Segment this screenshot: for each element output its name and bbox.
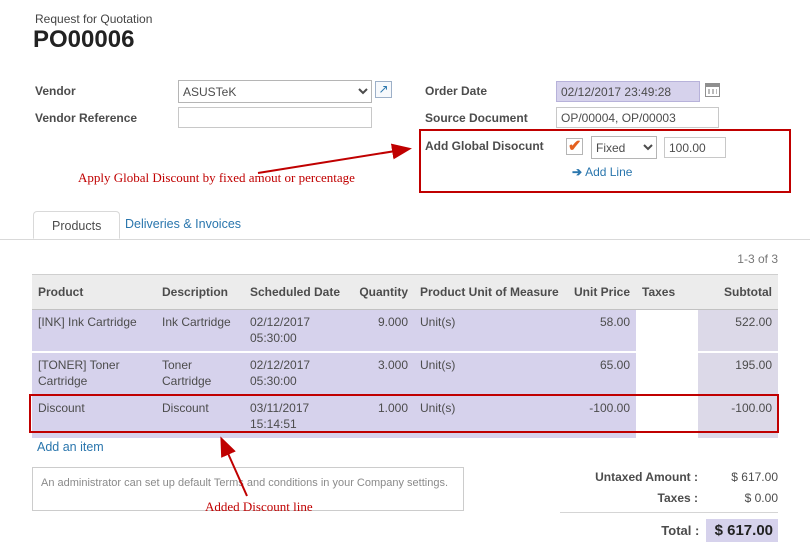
cell-subtotal[interactable]: 195.00	[698, 352, 778, 395]
cell-quantity[interactable]: 1.000	[344, 395, 414, 438]
vendor-reference-label: Vendor Reference	[35, 111, 137, 125]
cell-subtotal[interactable]: -100.00	[698, 395, 778, 438]
cell-uom[interactable]: Unit(s)	[414, 310, 564, 353]
taxes-label: Taxes :	[658, 491, 698, 505]
cell-taxes[interactable]	[636, 310, 698, 353]
taxes-value: $ 0.00	[698, 491, 778, 505]
table-row-ink-cartridge[interactable]: [INK] Ink Cartridge Ink Cartridge 02/12/…	[32, 310, 778, 353]
column-header-taxes[interactable]: Taxes	[636, 275, 698, 310]
source-document-label: Source Document	[425, 111, 528, 125]
cell-quantity[interactable]: 9.000	[344, 310, 414, 353]
discount-type-select[interactable]: Fixed	[591, 136, 657, 159]
tab-deliveries-invoices[interactable]: Deliveries & Invoices	[125, 217, 241, 231]
cell-quantity[interactable]: 3.000	[344, 352, 414, 395]
column-header-unit-price[interactable]: Unit Price	[564, 275, 636, 310]
totals-divider	[560, 512, 778, 513]
cell-product[interactable]: [INK] Ink Cartridge	[32, 310, 156, 353]
column-header-description[interactable]: Description	[156, 275, 244, 310]
purchase-order-form: Request for Quotation PO00006 Vendor ASU…	[0, 0, 810, 546]
cell-uom[interactable]: Unit(s)	[414, 352, 564, 395]
add-line-label: Add Line	[585, 165, 632, 179]
calendar-icon-grid	[708, 89, 717, 94]
page-title: PO00006	[33, 26, 134, 54]
table-row-toner-cartridge[interactable]: [TONER] Toner Cartridge Toner Cartridge …	[32, 352, 778, 395]
total-value: $ 617.00	[706, 519, 778, 542]
add-an-item-link[interactable]: Add an item	[37, 440, 104, 454]
terms-and-conditions-field[interactable]: An administrator can set up default Term…	[32, 467, 464, 511]
global-discount-label: Add Global Disocunt	[425, 139, 544, 153]
totals-panel: Untaxed Amount : $ 617.00 Taxes : $ 0.00…	[560, 470, 778, 546]
cell-taxes[interactable]	[636, 352, 698, 395]
column-header-uom[interactable]: Product Unit of Measure	[414, 275, 564, 310]
cell-unit-price[interactable]: 58.00	[564, 310, 636, 353]
cell-uom[interactable]: Unit(s)	[414, 395, 564, 438]
calendar-icon[interactable]	[705, 83, 720, 97]
add-line-link[interactable]: ➔Add Line	[572, 165, 632, 179]
pager: 1-3 of 3	[737, 252, 778, 266]
calendar-icon-top	[706, 84, 719, 87]
order-date-label: Order Date	[425, 84, 487, 98]
cell-scheduled-date[interactable]: 02/12/2017 05:30:00	[244, 310, 344, 353]
record-type-label: Request for Quotation	[35, 12, 152, 26]
cell-product[interactable]: Discount	[32, 395, 156, 438]
order-lines-table: Product Description Scheduled Date Quant…	[32, 274, 778, 440]
untaxed-amount-label: Untaxed Amount :	[595, 470, 698, 484]
cell-subtotal[interactable]: 522.00	[698, 310, 778, 353]
table-row-discount[interactable]: Discount Discount 03/11/2017 15:14:51 1.…	[32, 395, 778, 438]
tab-products[interactable]: Products	[33, 211, 120, 239]
annotation-note-global-discount: Apply Global Discount by fixed amout or …	[78, 170, 355, 186]
cell-description[interactable]: Ink Cartridge	[156, 310, 244, 353]
cell-scheduled-date[interactable]: 03/11/2017 15:14:51	[244, 395, 344, 438]
discount-amount-input[interactable]	[664, 137, 726, 158]
global-discount-checkbox[interactable]: ✔	[566, 138, 583, 155]
total-label: Total :	[661, 523, 699, 538]
column-header-product[interactable]: Product	[32, 275, 156, 310]
vendor-select[interactable]: ASUSTeK	[178, 80, 372, 103]
tab-bar: Products Deliveries & Invoices	[0, 210, 810, 240]
untaxed-amount-value: $ 617.00	[698, 470, 778, 484]
cell-description[interactable]: Discount	[156, 395, 244, 438]
check-icon: ✔	[568, 136, 581, 156]
column-header-scheduled-date[interactable]: Scheduled Date	[244, 275, 344, 310]
cell-description[interactable]: Toner Cartridge	[156, 352, 244, 395]
order-date-input[interactable]	[556, 81, 700, 102]
cell-unit-price[interactable]: -100.00	[564, 395, 636, 438]
column-header-subtotal[interactable]: Subtotal	[698, 275, 778, 310]
external-link-icon[interactable]: ↗	[375, 81, 392, 98]
vendor-label: Vendor	[35, 84, 76, 98]
source-document-input[interactable]	[556, 107, 719, 128]
add-line-arrow-icon: ➔	[572, 165, 582, 179]
cell-scheduled-date[interactable]: 02/12/2017 05:30:00	[244, 352, 344, 395]
cell-product[interactable]: [TONER] Toner Cartridge	[32, 352, 156, 395]
table-header-row: Product Description Scheduled Date Quant…	[32, 275, 778, 310]
vendor-reference-input[interactable]	[178, 107, 372, 128]
annotation-arrow-global-discount	[258, 149, 408, 173]
cell-taxes[interactable]	[636, 395, 698, 438]
cell-unit-price[interactable]: 65.00	[564, 352, 636, 395]
column-header-quantity[interactable]: Quantity	[344, 275, 414, 310]
